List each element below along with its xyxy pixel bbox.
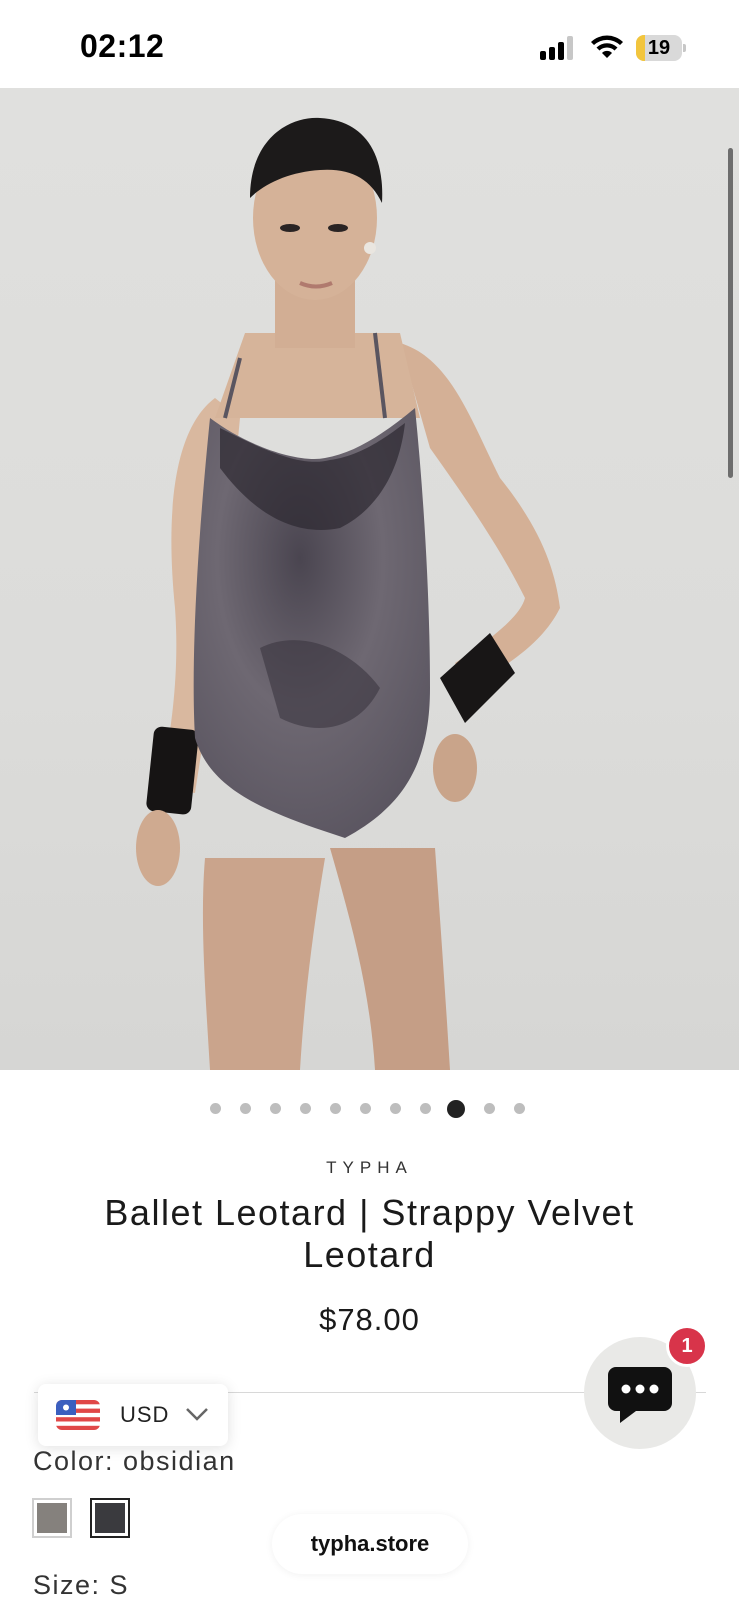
product-image[interactable] — [0, 88, 739, 1070]
color-swatch-taupe[interactable] — [32, 1498, 72, 1538]
model-photo — [136, 117, 560, 1070]
carousel-dot[interactable] — [447, 1100, 465, 1118]
size-label: Size: S — [33, 1570, 130, 1600]
carousel-dot[interactable] — [240, 1103, 251, 1114]
cellular-signal-icon — [540, 36, 576, 60]
currency-selector[interactable]: USD — [38, 1384, 228, 1446]
status-time: 02:12 — [80, 28, 165, 64]
product-price: $78.00 — [319, 1302, 420, 1337]
wifi-icon — [591, 35, 623, 58]
carousel-dot[interactable] — [300, 1103, 311, 1114]
brand-name[interactable]: TYPHA — [0, 1158, 739, 1178]
carousel-dot[interactable] — [330, 1103, 341, 1114]
color-label: Color: obsidian — [33, 1446, 236, 1476]
color-swatch-obsidian[interactable] — [90, 1498, 130, 1538]
scroll-indicator[interactable] — [728, 148, 733, 478]
currency-code: USD — [120, 1402, 170, 1427]
carousel-dot[interactable] — [270, 1103, 281, 1114]
product-title: Ballet Leotard | Strappy Velvet Leotard — [104, 1192, 635, 1275]
carousel-dot[interactable] — [514, 1103, 525, 1114]
url-bar[interactable]: typha.store — [272, 1514, 468, 1574]
battery-level: 19 — [647, 37, 671, 59]
chevron-down-icon — [186, 1408, 208, 1421]
carousel-dot[interactable] — [390, 1103, 401, 1114]
battery-icon: 19 — [636, 35, 686, 61]
carousel-dots[interactable] — [0, 1100, 739, 1118]
chat-bubble-icon — [608, 1367, 672, 1423]
carousel-dot[interactable] — [420, 1103, 431, 1114]
carousel-dot[interactable] — [360, 1103, 371, 1114]
us-flag-icon — [56, 1400, 100, 1430]
carousel-dot[interactable] — [484, 1103, 495, 1114]
chat-notification-badge: 1 — [666, 1325, 708, 1367]
status-bar: 02:12 19 — [0, 0, 739, 88]
carousel-dot[interactable] — [210, 1103, 221, 1114]
